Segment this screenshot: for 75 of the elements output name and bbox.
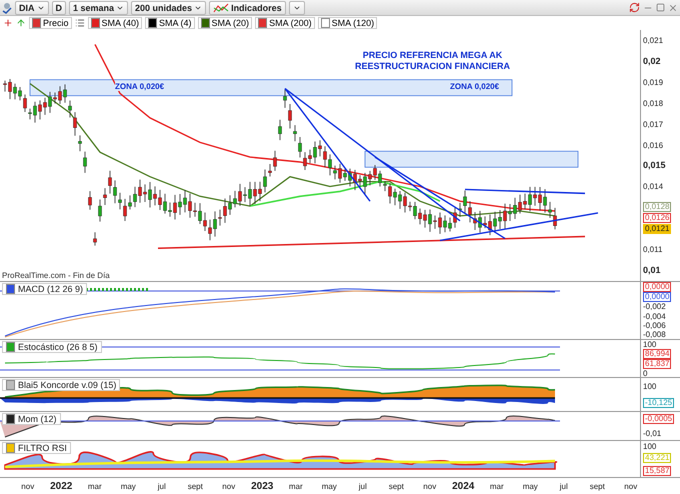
legend-item[interactable]: SMA (20) [198,17,252,29]
axis-date-label: mar [488,482,505,490]
value-label: 86,994 [643,349,672,359]
legend-item[interactable]: SMA (200) [255,17,315,29]
value-label: 15,587 [643,466,672,476]
axis-date-label: may [120,482,137,490]
price-label: 0,0121 [643,224,672,234]
legend-item[interactable]: Precio [29,17,72,29]
axis-tick-label: 100 [643,442,658,452]
axis-tick-label: -0,01 [643,428,662,438]
axis-date-label: jul [558,482,569,490]
axis-tick-label: 0,011 [643,245,662,254]
indicator-title: Estocástico (26 8 5) [2,341,102,353]
value-label: 61,837 [643,359,672,369]
axis-tick-label: 100 [643,382,658,390]
axis-tick-label: 0,019 [643,78,664,87]
axis-tick-label: 0,014 [643,182,664,192]
axis-date-label: sept [588,482,606,490]
check-icon[interactable] [2,2,12,14]
plus-icon[interactable] [3,18,13,28]
axis-date-label: sept [186,482,204,490]
axis-date-label: sept [388,482,405,490]
axis-date-label: may [320,482,338,490]
maximize-icon[interactable] [656,3,665,12]
axis-date-label: mar [86,482,103,490]
value-label: 0,0000 [643,292,672,302]
legend-item[interactable]: SMA (40) [88,17,142,29]
axis-tick-label: 0,01 [643,266,661,276]
axis-tick-label: -0,008 [643,330,667,339]
value-label: 43,221 [643,453,672,464]
axis-tick-label: 0,02 [643,56,661,66]
axis-date-label: 2024 [451,480,476,492]
legend-item[interactable]: SMA (120) [318,17,378,29]
axis-tick-label: -0,004 [643,312,667,321]
axis-tick-label: 100 [643,340,658,349]
value-label: -0,0005 [643,414,674,424]
source-label: ProRealTime.com - Fin de Día [2,271,110,280]
axis-date-label: nov [20,482,36,490]
close-icon[interactable] [668,2,678,12]
axis-date-label: 2022 [49,480,74,492]
price-label: 0,0128 [643,202,672,212]
axis-tick-label: 0,021 [643,36,664,45]
indicators-button[interactable]: Indicadores [209,0,286,14]
axis-date-label: mar [288,482,304,490]
axis-date-label: nov [422,482,438,490]
indicator-title: Blai5 Koncorde v.09 (15) [2,379,120,391]
axis-date-label: may [522,482,539,490]
arrow-up-icon[interactable] [16,18,26,28]
period-dropdown[interactable]: 1 semana [69,0,128,14]
axis-tick-label: -0,002 [643,302,667,312]
axis-date-label: jul [358,482,368,490]
axis-date-label: nov [623,482,638,490]
axis-tick-label: 0,016 [643,140,664,150]
units-dropdown[interactable]: 200 unidades [131,0,206,14]
symbol-dropdown[interactable]: DIA [15,0,48,14]
axis-tick-label: 0,017 [643,120,664,129]
axis-date-label: jul [156,482,167,490]
interval-button[interactable]: D [52,0,66,14]
dropdown-button[interactable] [288,0,305,14]
line-chart-icon [213,2,230,14]
axis-date-label: 2023 [250,480,274,492]
indicator-title: FILTRO RSI [2,442,71,454]
axis-tick-label: 0 [643,369,648,378]
chart-annotation: PRECIO REFERENCIA MEGA AK REESTRUCTURACION FINANCIERA [355,50,510,72]
price-label: 0,0126 [643,213,672,224]
indicator-title: Mom (12) [2,413,61,425]
value-label: -10,125 [643,398,674,408]
legend-item[interactable]: SMA (4) [145,17,195,29]
indicator-title: MACD (12 26 9) [2,283,88,295]
axis-tick-label: -0,006 [643,320,667,330]
value-label: 0,0000 [643,282,672,292]
axis-tick-label: 0,018 [643,98,664,108]
axis-tick-label: 0,015 [643,161,666,170]
axis-date-label: nov [221,482,236,490]
refresh-icon[interactable] [629,2,640,13]
